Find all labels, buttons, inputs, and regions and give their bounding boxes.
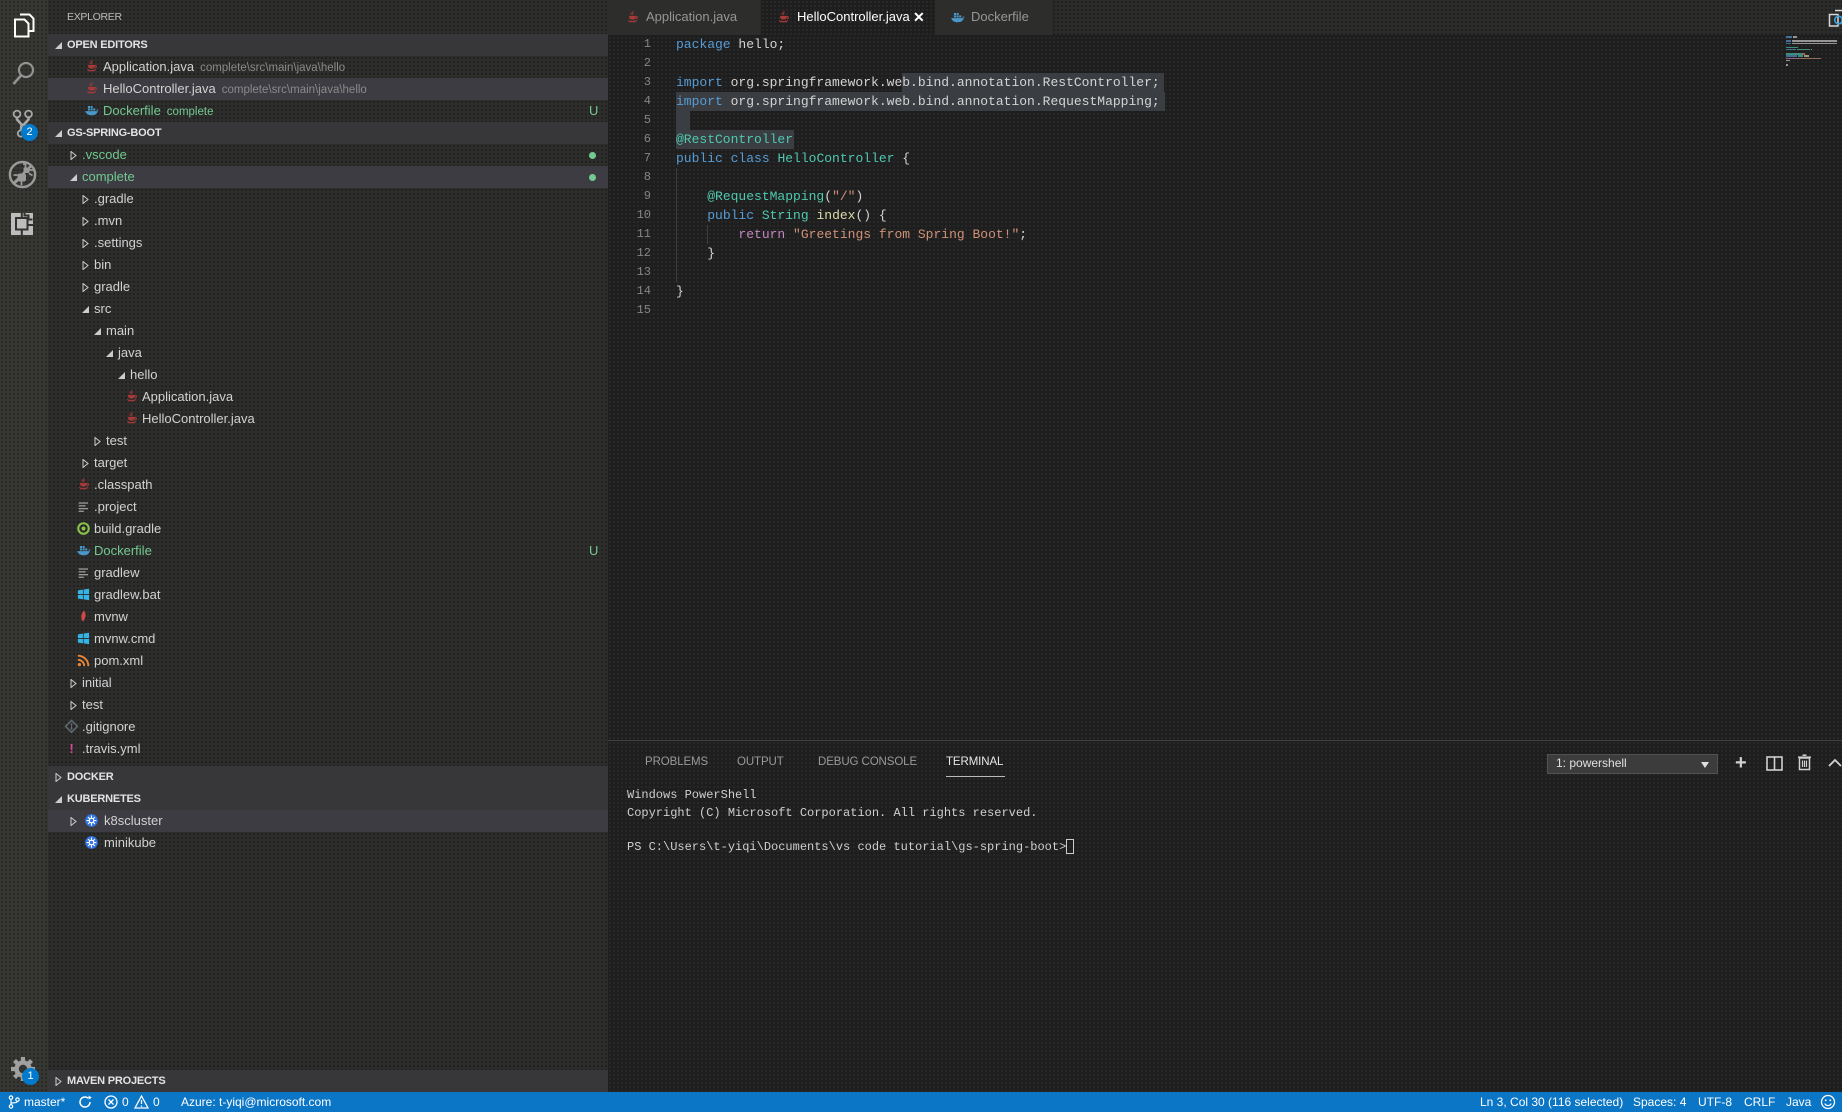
svg-text:!: ! (69, 741, 73, 756)
